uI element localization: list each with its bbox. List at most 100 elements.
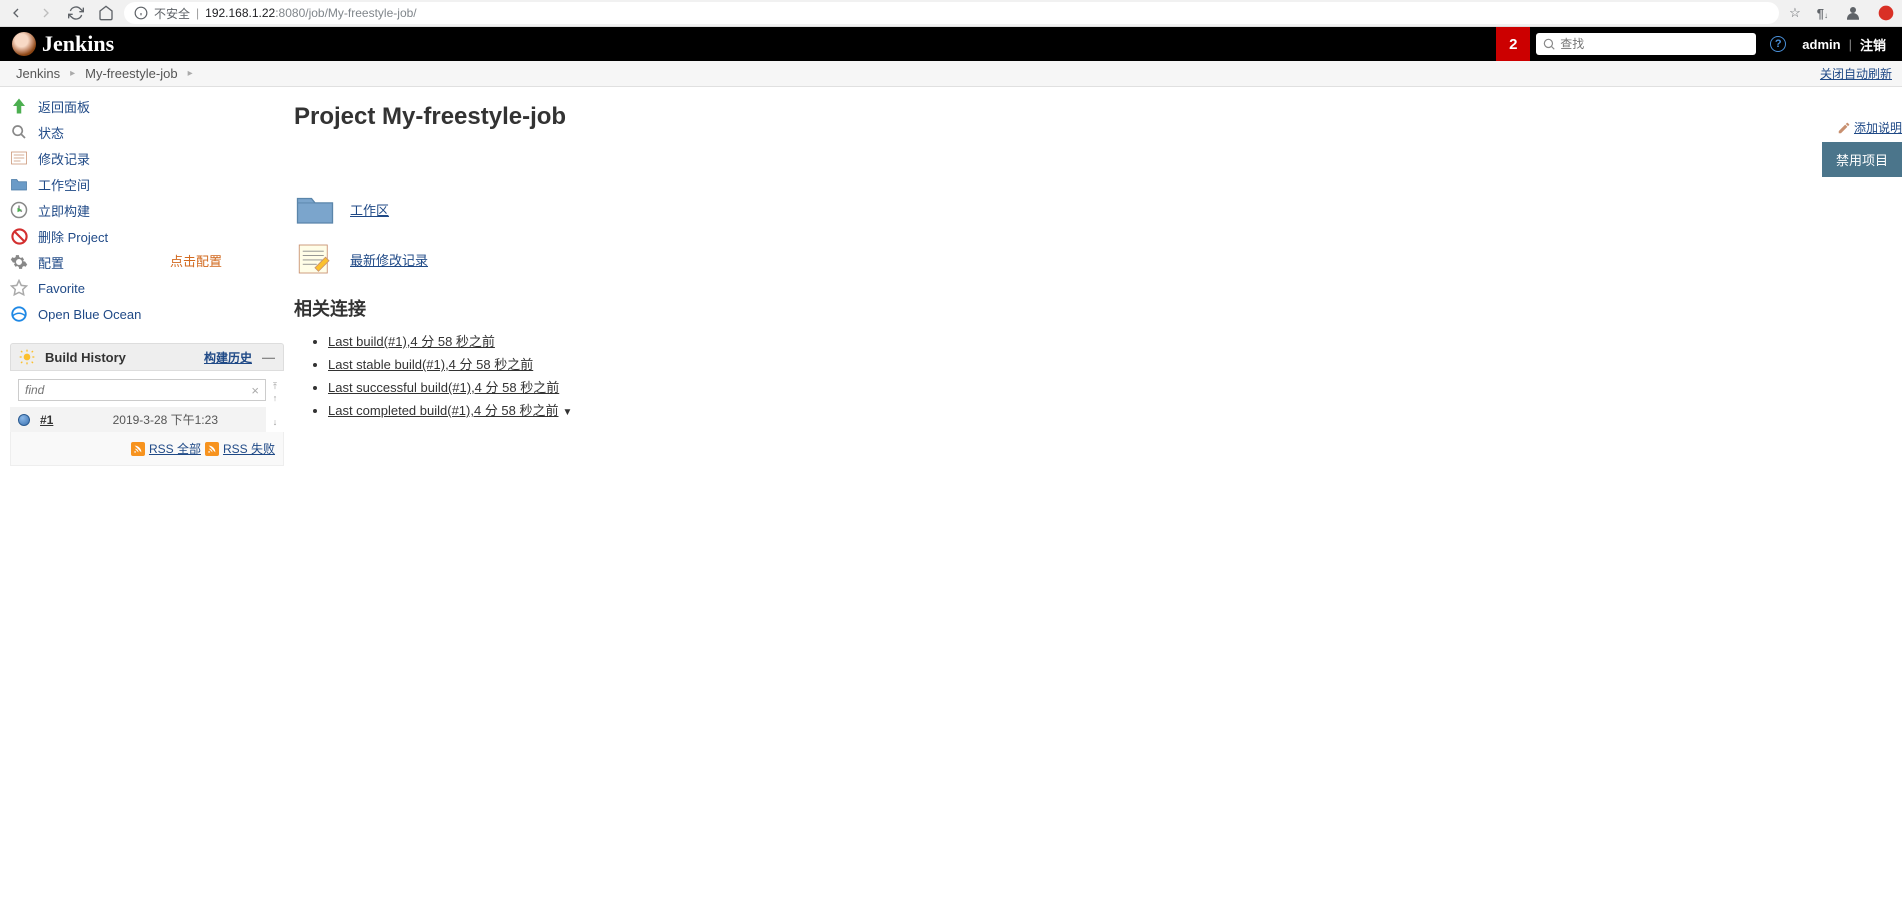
forward-icon[interactable] (38, 5, 54, 21)
task-label: Open Blue Ocean (38, 307, 141, 322)
arrow-down-icon[interactable]: ↓ (273, 417, 278, 427)
pencil-icon (1837, 121, 1851, 135)
build-history-title: Build History (45, 350, 194, 365)
task-blue-ocean[interactable]: Open Blue Ocean (10, 301, 294, 327)
search-box[interactable] (1536, 33, 1756, 55)
search-input[interactable] (1560, 37, 1750, 51)
related-link[interactable]: Last successful build(#1),4 分 58 秒之前 (328, 380, 559, 395)
task-label: 修改记录 (38, 149, 90, 168)
build-search-input[interactable] (25, 383, 251, 397)
list-item: Last build(#1),4 分 58 秒之前 (328, 331, 1886, 350)
build-history-trend-link[interactable]: 构建历史 (204, 349, 252, 366)
rss-icon (131, 442, 145, 456)
task-configure[interactable]: 配置 点击配置 (10, 249, 294, 275)
arrow-up-icon[interactable]: ↑ (273, 393, 278, 403)
side-panel: 返回面板 状态 修改记录 工作空间 立即构建 (0, 87, 294, 466)
search-icon (1542, 37, 1556, 51)
star-icon (10, 279, 28, 297)
build-history-search-row: × ⤒ ↑ (10, 371, 284, 407)
help-icon[interactable]: ? (1770, 36, 1786, 52)
rss-failures-link[interactable]: RSS 失败 (223, 440, 275, 457)
changes-row: 最新修改记录 (294, 241, 1886, 277)
address-separator: | (196, 6, 199, 20)
add-description-label: 添加说明 (1854, 119, 1902, 136)
home-icon[interactable] (98, 5, 114, 21)
chevron-right-icon: ▸ (188, 68, 193, 79)
task-build-now[interactable]: 立即构建 (10, 197, 294, 223)
disable-project-button[interactable]: 禁用项目 (1822, 142, 1902, 177)
info-icon (134, 6, 148, 20)
no-entry-icon (10, 227, 28, 245)
related-link[interactable]: Last completed build(#1),4 分 58 秒之前 (328, 403, 559, 418)
jenkins-logo-icon (12, 32, 36, 56)
main-actions: 添加说明 禁用项目 (1822, 119, 1902, 177)
chevron-down-icon[interactable]: ▼ (563, 407, 573, 418)
up-arrow-icon (10, 97, 28, 115)
task-changes[interactable]: 修改记录 (10, 145, 294, 171)
header-separator: | (1849, 37, 1852, 52)
add-description-link[interactable]: 添加说明 (1837, 119, 1902, 136)
back-icon[interactable] (8, 5, 24, 21)
list-item: Last completed build(#1),4 分 58 秒之前 ▼ (328, 400, 1886, 419)
changes-icon (10, 149, 28, 167)
build-row[interactable]: #1 2019-3-28 下午1:23 (10, 407, 266, 432)
related-link[interactable]: Last build(#1),4 分 58 秒之前 (328, 334, 495, 349)
user-link[interactable]: admin (1802, 37, 1840, 52)
breadcrumbs-bar: Jenkins ▸ My-freestyle-job ▸ 关闭自动刷新 (0, 61, 1902, 87)
reload-icon[interactable] (68, 5, 84, 21)
profile-icon[interactable] (1844, 4, 1862, 22)
related-link[interactable]: Last stable build(#1),4 分 58 秒之前 (328, 357, 533, 372)
rss-icon (205, 442, 219, 456)
pilcrow-icon[interactable]: ¶↓ (1817, 6, 1828, 21)
page-body: 返回面板 状态 修改记录 工作空间 立即构建 (0, 87, 1902, 466)
header-right: 2 ? admin | 注销 (1496, 27, 1894, 61)
task-workspace[interactable]: 工作空间 (10, 171, 294, 197)
jenkins-header: Jenkins 2 ? admin | 注销 (0, 27, 1902, 61)
build-history-panel: Build History 构建历史 — × ⤒ ↑ #1 (10, 343, 284, 466)
breadcrumb-item[interactable]: My-freestyle-job (79, 66, 183, 81)
status-ball-icon (18, 414, 30, 426)
arrow-top-icon[interactable]: ⤒ (273, 381, 277, 392)
task-back-to-dashboard[interactable]: 返回面板 (10, 93, 294, 119)
task-label: Favorite (38, 281, 85, 296)
build-number-link[interactable]: #1 (40, 413, 53, 427)
collapse-icon[interactable]: — (262, 350, 275, 365)
browser-right-group: ☆ ¶↓ (1789, 4, 1894, 22)
rss-all-link[interactable]: RSS 全部 (149, 440, 201, 457)
recent-changes-link[interactable]: 最新修改记录 (350, 250, 428, 269)
task-label: 状态 (38, 123, 64, 142)
address-bar[interactable]: 不安全 | 192.168.1.22:8080/job/My-freestyle… (124, 2, 1779, 24)
task-label: 立即构建 (38, 201, 90, 220)
blue-circle-icon (10, 305, 28, 323)
workspace-link[interactable]: 工作区 (350, 200, 389, 219)
insecure-label: 不安全 (154, 5, 190, 22)
logout-link[interactable]: 注销 (1860, 35, 1886, 54)
task-status[interactable]: 状态 (10, 119, 294, 145)
big-links: 工作区 最新修改记录 (294, 191, 1886, 277)
build-search-box[interactable]: × (18, 379, 266, 401)
jenkins-title: Jenkins (42, 31, 114, 57)
task-favorite[interactable]: Favorite (10, 275, 294, 301)
browser-nav-group (8, 5, 114, 21)
build-nav-arrows: ⤒ ↑ (266, 371, 284, 407)
address-host: 192.168.1.22 (205, 6, 275, 20)
clear-icon[interactable]: × (251, 383, 259, 398)
breadcrumb-item[interactable]: Jenkins (10, 66, 66, 81)
address-port: :8080 (275, 6, 305, 20)
related-links-title: 相关连接 (294, 295, 1886, 321)
auto-refresh-link[interactable]: 关闭自动刷新 (1820, 65, 1892, 82)
annotation-arrow-icon (65, 253, 165, 255)
jenkins-brand[interactable]: Jenkins (0, 31, 114, 57)
task-delete-project[interactable]: 删除 Project (10, 223, 294, 249)
list-item: Last successful build(#1),4 分 58 秒之前 (328, 377, 1886, 396)
star-icon[interactable]: ☆ (1789, 5, 1801, 21)
notification-badge[interactable]: 2 (1496, 27, 1530, 61)
workspace-row: 工作区 (294, 191, 1886, 227)
build-rss-bar: RSS 全部 RSS 失败 (10, 432, 284, 466)
task-label: 工作空间 (38, 175, 90, 194)
extension-badge-icon[interactable] (1878, 5, 1894, 21)
weather-sunny-icon (19, 349, 35, 365)
related-links-list: Last build(#1),4 分 58 秒之前 Last stable bu… (294, 331, 1886, 419)
page-title: Project My-freestyle-job (294, 103, 1886, 131)
annotation-text: 点击配置 (170, 251, 222, 270)
